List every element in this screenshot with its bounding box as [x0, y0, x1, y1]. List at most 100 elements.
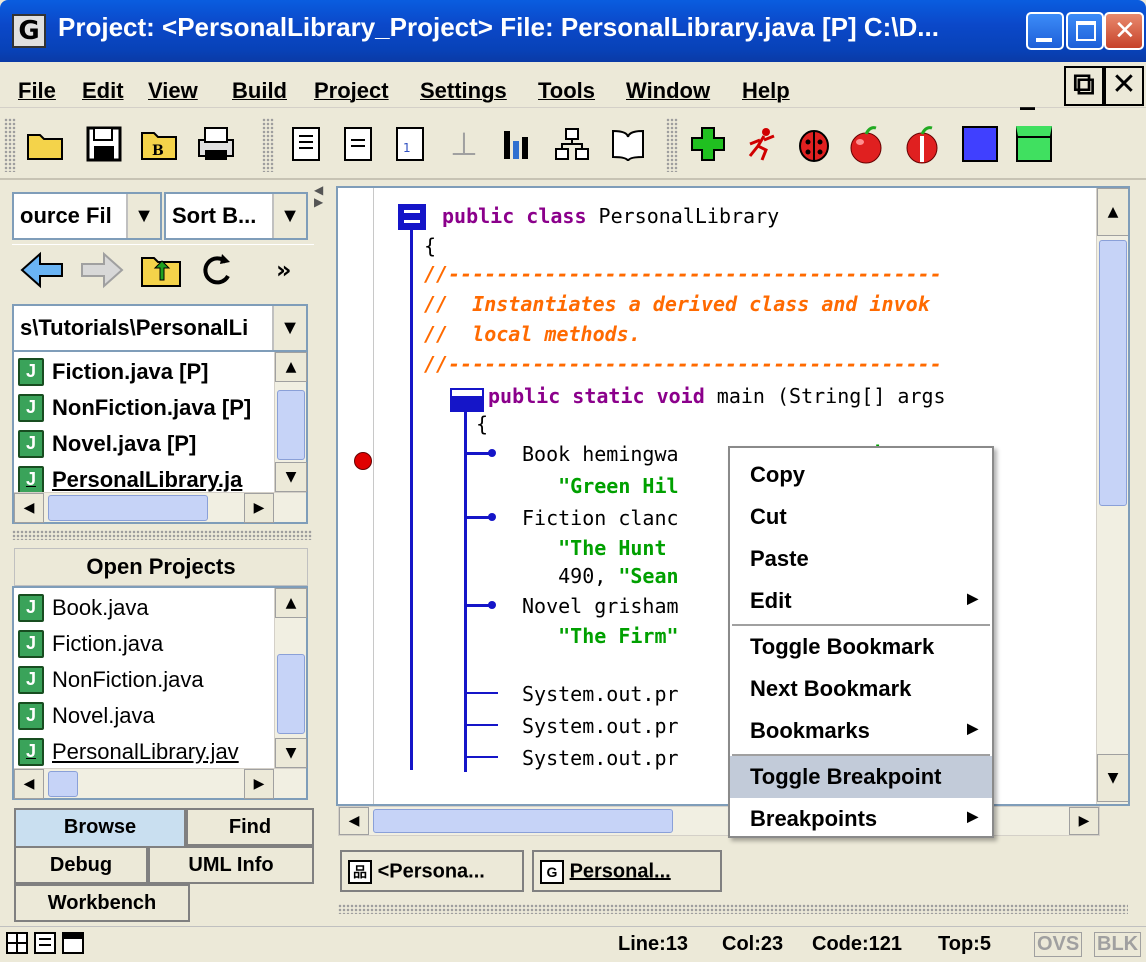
code-line[interactable]: System.out.pr: [522, 682, 679, 706]
menu-item-paste[interactable]: Paste: [730, 538, 992, 580]
scroll-down-arrow[interactable]: ▼: [1097, 754, 1128, 802]
book-icon[interactable]: [604, 118, 652, 170]
browse-icon[interactable]: B: [136, 118, 184, 170]
forward-arrow-icon[interactable]: [78, 250, 126, 294]
menu-edit[interactable]: Edit: [82, 78, 124, 104]
splitter[interactable]: [12, 530, 312, 540]
scroll-down-arrow[interactable]: ▼: [275, 738, 307, 768]
scroll-up-arrow[interactable]: ▲: [1097, 188, 1128, 236]
horizontal-scrollbar[interactable]: ◀ ▶: [14, 768, 306, 799]
editor-gutter[interactable]: [338, 188, 374, 804]
splitter[interactable]: [338, 904, 1128, 914]
layout-grid-icon[interactable]: [6, 932, 28, 954]
scroll-left-arrow[interactable]: ◀: [339, 807, 369, 835]
menu-settings[interactable]: Settings: [420, 78, 507, 104]
uml-icon[interactable]: [548, 118, 596, 170]
code-line[interactable]: // Instantiates a derived class and invo…: [424, 292, 930, 316]
scroll-up-arrow[interactable]: ▲: [275, 352, 307, 382]
menu-help[interactable]: Help: [742, 78, 790, 104]
apple-icon[interactable]: [842, 118, 890, 170]
pin-icon[interactable]: ⊥: [440, 118, 488, 170]
list-item[interactable]: J NonFiction.java: [18, 662, 204, 697]
vertical-scrollbar[interactable]: ▲ ▼: [274, 352, 307, 492]
scroll-right-arrow[interactable]: ▶: [1069, 807, 1099, 835]
toolbar-grip[interactable]: [666, 118, 678, 172]
scroll-thumb[interactable]: [277, 390, 305, 460]
menu-item-copy[interactable]: Copy: [730, 454, 992, 496]
code-line[interactable]: 490, "Sean: [522, 564, 678, 588]
menu-item-edit[interactable]: Edit ▶: [730, 580, 992, 622]
title-bar[interactable]: G Project: <PersonalLibrary_Project> Fil…: [0, 0, 1146, 62]
menu-project[interactable]: Project: [314, 78, 389, 104]
bar-chart-icon[interactable]: [494, 118, 542, 170]
list-item[interactable]: J Novel.java [P]: [18, 426, 196, 461]
layout-list-icon[interactable]: [34, 932, 56, 954]
menu-tools[interactable]: Tools: [538, 78, 595, 104]
horizontal-scrollbar[interactable]: ◀ ▶: [14, 492, 306, 523]
menu-file[interactable]: File: [18, 78, 56, 104]
scroll-up-arrow[interactable]: ▲: [275, 588, 307, 618]
scroll-left-arrow[interactable]: ◀: [14, 769, 44, 799]
scroll-thumb[interactable]: [48, 495, 208, 521]
tab-find[interactable]: Find: [186, 808, 314, 846]
overflow-chevron-icon[interactable]: »: [276, 256, 292, 284]
collapse-handle[interactable]: ◀ ▶: [314, 184, 323, 208]
add-icon[interactable]: [684, 118, 732, 170]
list-item[interactable]: J Fiction.java [P]: [18, 354, 208, 389]
menu-item-cut[interactable]: Cut: [730, 496, 992, 538]
toolbar-grip[interactable]: [262, 118, 274, 172]
window-green-icon[interactable]: [1010, 118, 1058, 170]
menu-window[interactable]: Window: [626, 78, 710, 104]
mdi-minimize-button[interactable]: _: [1020, 76, 1035, 111]
sort-combo[interactable]: Sort B... ▼: [164, 192, 308, 240]
app-icon[interactable]: G: [12, 14, 46, 48]
vertical-scrollbar[interactable]: ▲ ▼: [274, 588, 307, 768]
scroll-thumb[interactable]: [373, 809, 673, 833]
list-item[interactable]: J Novel.java: [18, 698, 155, 733]
toolbar-grip[interactable]: [4, 118, 16, 172]
chevron-down-icon[interactable]: ▼: [272, 194, 306, 238]
scroll-thumb[interactable]: [48, 771, 78, 797]
code-line[interactable]: //--------------------------------------…: [424, 262, 942, 286]
code-line[interactable]: public class PersonalLibrary: [442, 204, 779, 228]
debug-bug-icon[interactable]: [790, 118, 838, 170]
refresh-icon[interactable]: [196, 250, 236, 294]
scroll-down-arrow[interactable]: ▼: [275, 462, 307, 492]
menu-item-bookmarks[interactable]: Bookmarks ▶: [730, 710, 992, 752]
menu-item-toggle-bookmark[interactable]: Toggle Bookmark: [730, 626, 992, 668]
code-line[interactable]: public static void main (String[] args: [488, 384, 946, 408]
scroll-left-arrow[interactable]: ◀: [14, 493, 44, 523]
source-files-combo[interactable]: ource Fil ▼: [12, 192, 162, 240]
editor-vertical-scrollbar[interactable]: ▲ ▼: [1096, 188, 1128, 804]
chevron-down-icon[interactable]: ▼: [272, 306, 306, 350]
scroll-thumb[interactable]: [1099, 240, 1127, 506]
back-arrow-icon[interactable]: [18, 250, 66, 294]
tab-debug[interactable]: Debug: [14, 846, 148, 884]
menu-view[interactable]: View: [148, 78, 198, 104]
document-1-icon[interactable]: [282, 118, 330, 170]
path-combo[interactable]: s\Tutorials\PersonalLi ▼: [12, 304, 308, 352]
menu-build[interactable]: Build: [232, 78, 287, 104]
layout-window-icon[interactable]: [62, 932, 84, 954]
list-item[interactable]: J PersonalLibrary.jav: [18, 734, 239, 769]
breakpoint-icon[interactable]: [354, 452, 372, 470]
mdi-restore-button[interactable]: ⧉: [1064, 66, 1104, 106]
document-3-icon[interactable]: 1: [386, 118, 434, 170]
tab-browse[interactable]: Browse: [14, 808, 186, 846]
doc-tab-project[interactable]: 品 <Persona...: [340, 850, 524, 892]
list-item[interactable]: J Fiction.java: [18, 626, 163, 661]
code-line[interactable]: // local methods.: [424, 322, 641, 346]
menu-item-next-bookmark[interactable]: Next Bookmark: [730, 668, 992, 710]
menu-item-toggle-breakpoint[interactable]: Toggle Breakpoint: [730, 756, 992, 798]
code-line[interactable]: "The Firm": [522, 624, 678, 648]
apple-bitten-icon[interactable]: [898, 118, 946, 170]
code-line[interactable]: "The Hunt: [522, 536, 679, 560]
tab-uml-info[interactable]: UML Info: [148, 846, 314, 884]
save-icon[interactable]: [80, 118, 128, 170]
maximize-button[interactable]: [1066, 12, 1104, 50]
square-blue-icon[interactable]: [956, 118, 1004, 170]
open-folder-icon[interactable]: [22, 118, 70, 170]
code-line[interactable]: //--------------------------------------…: [424, 352, 942, 376]
code-line[interactable]: {: [476, 412, 488, 436]
close-button[interactable]: ✕: [1104, 12, 1144, 50]
